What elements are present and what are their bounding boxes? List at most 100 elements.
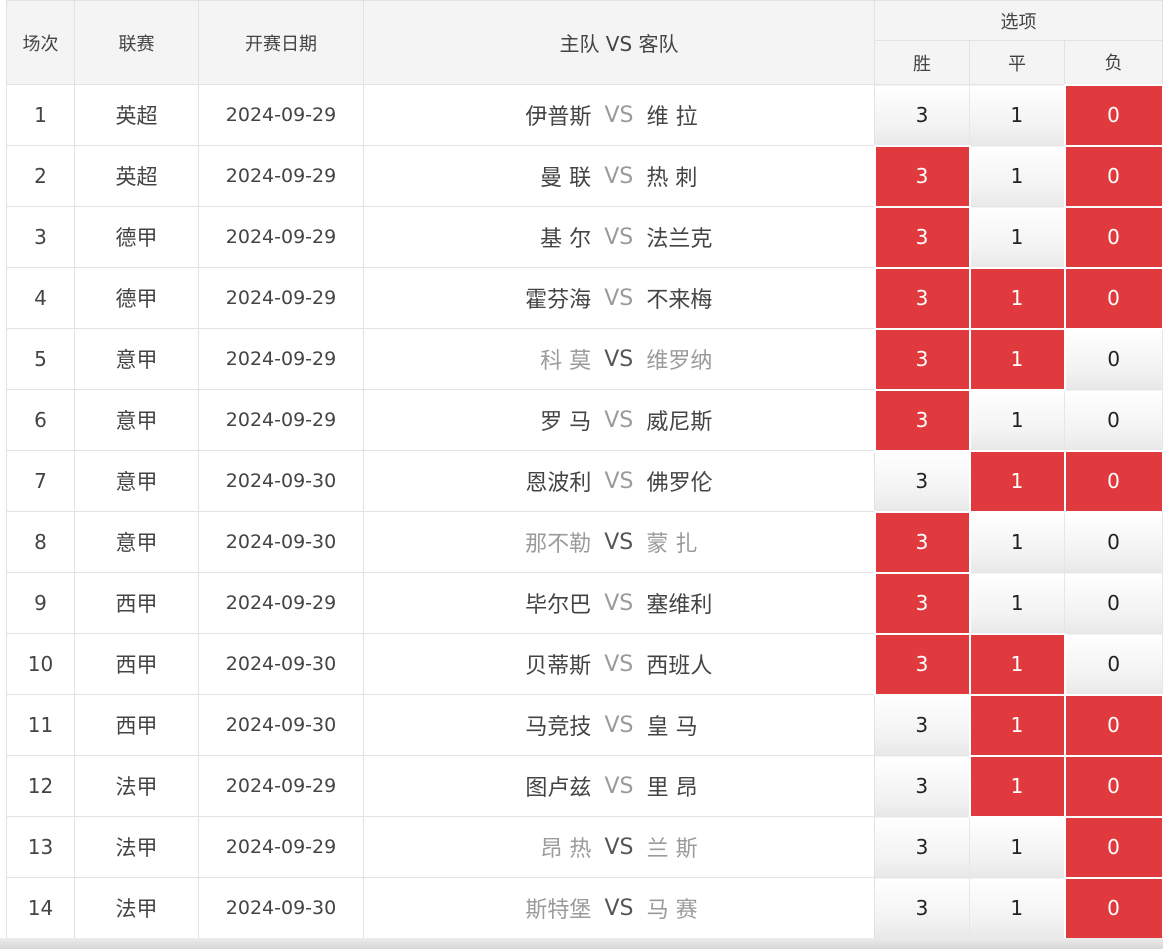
table-row: 3 德甲 2024-09-29 基 尔 VS 法兰克 3 1 0 [6, 205, 1163, 269]
table-row: 11 西甲 2024-09-30 马竞技 VS 皇 马 310 [6, 693, 1163, 757]
league-name: 西甲 [74, 572, 199, 634]
option-win-button[interactable]: 3 [874, 450, 970, 512]
option-win-button[interactable]: 3 [874, 877, 970, 939]
match-date: 2024-09-29 [198, 145, 364, 207]
match-date: 2024-09-29 [198, 572, 364, 634]
option-draw-button[interactable]: 1 [968, 327, 1066, 391]
option-win-button[interactable]: 3 [874, 755, 970, 817]
home-team: 科 莫 [540, 349, 592, 374]
option-draw-button[interactable]: 1 [968, 449, 1066, 513]
option-draw-button[interactable]: 1 [969, 389, 1065, 451]
option-win-button[interactable]: 3 [873, 327, 971, 391]
option-loss-button[interactable]: 0 [1063, 633, 1163, 695]
option-loss-button[interactable]: 0 [1063, 144, 1163, 208]
option-draw-button[interactable]: 1 [968, 632, 1066, 696]
match-teams: 科 莫 VS 维罗纳 [363, 328, 875, 390]
header-loss: 负 [1063, 40, 1163, 85]
away-team: 蒙 扎 [646, 532, 698, 557]
option-draw-button[interactable]: 1 [969, 145, 1065, 207]
option-draw-button[interactable]: 1 [968, 266, 1066, 330]
option-loss-button[interactable]: 0 [1063, 815, 1163, 879]
away-team: 西班人 [646, 654, 713, 679]
vs-label: VS [604, 163, 634, 189]
option-win-button[interactable]: 3 [873, 388, 971, 452]
home-team: 曼 联 [540, 166, 592, 191]
table-row: 8 意甲 2024-09-30 那不勒 VS 蒙 扎 310 [6, 510, 1163, 574]
home-team: 贝蒂斯 [525, 654, 592, 679]
option-draw-button[interactable]: 1 [968, 693, 1066, 757]
option-loss-button[interactable]: 0 [1063, 572, 1163, 634]
option-win-button[interactable]: 3 [873, 571, 971, 635]
header-win: 胜 [874, 40, 970, 85]
option-loss-button[interactable]: 0 [1063, 449, 1163, 513]
league-name: 德甲 [74, 267, 199, 329]
option-draw-button[interactable]: 1 [968, 754, 1066, 818]
round-number: 6 [6, 389, 75, 451]
league-name: 西甲 [74, 633, 199, 695]
match-date: 2024-09-29 [198, 755, 364, 817]
vs-label: VS [604, 773, 634, 799]
table-row: 4 德甲 2024-09-29 霍芬海 VS 不来梅 3 1 0 [6, 266, 1163, 330]
league-name: 法甲 [74, 816, 199, 878]
option-loss-button[interactable]: 0 [1063, 205, 1163, 269]
league-name: 德甲 [74, 206, 199, 268]
option-loss-button[interactable]: 0 [1063, 693, 1163, 757]
option-win-button[interactable]: 3 [873, 205, 971, 269]
match-date: 2024-09-29 [198, 267, 364, 329]
option-loss-button[interactable]: 0 [1063, 83, 1163, 147]
away-team: 威尼斯 [646, 410, 713, 435]
header-league: 联赛 [74, 0, 199, 85]
away-team: 里 昂 [646, 776, 698, 801]
option-draw-button[interactable]: 1 [969, 511, 1065, 573]
option-win-button[interactable]: 3 [873, 510, 971, 574]
vs-label: VS [604, 224, 634, 250]
away-team: 不来梅 [646, 288, 713, 313]
option-win-button[interactable]: 3 [873, 266, 971, 330]
round-number: 7 [6, 450, 75, 512]
option-draw-button[interactable]: 1 [969, 877, 1065, 939]
header-match: 主队 VS 客队 [363, 0, 875, 85]
option-loss-button[interactable]: 0 [1063, 754, 1163, 818]
option-win-button[interactable]: 3 [873, 144, 971, 208]
option-draw-button[interactable]: 1 [969, 816, 1065, 878]
option-win-button[interactable]: 3 [874, 694, 970, 756]
option-loss-button[interactable]: 0 [1063, 266, 1163, 330]
option-loss-button[interactable]: 0 [1063, 511, 1163, 573]
round-number: 8 [6, 511, 75, 573]
match-date: 2024-09-30 [198, 511, 364, 573]
table-row: 5 意甲 2024-09-29 科 莫 VS 维罗纳 3 1 0 [6, 327, 1163, 391]
league-name: 意甲 [74, 328, 199, 390]
table-body: 1 英超 2024-09-29 伊普斯 VS 维 拉 3 1 0 2 英超 2024-09-29 曼 联… [6, 83, 1163, 940]
option-loss-button[interactable]: 0 [1063, 389, 1163, 451]
match-teams: 马竞技 VS 皇 马 [363, 694, 875, 756]
round-number: 1 [6, 84, 75, 146]
round-number: 10 [6, 633, 75, 695]
match-selection-table-container: 场次 联赛 开赛日期 主队 VS 客队 选项 胜 平 负 1 英超 2024-09-… [6, 0, 1163, 940]
option-win-button[interactable]: 3 [873, 632, 971, 696]
match-teams: 毕尔巴 VS 塞维利 [363, 572, 875, 634]
match-teams: 曼 联 VS 热 刺 [363, 145, 875, 207]
option-loss-button[interactable]: 0 [1063, 876, 1163, 940]
round-number: 13 [6, 816, 75, 878]
home-team: 伊普斯 [525, 105, 592, 130]
home-team: 毕尔巴 [525, 593, 592, 618]
option-draw-button[interactable]: 1 [969, 572, 1065, 634]
header-round: 场次 [6, 0, 75, 85]
home-team: 图卢兹 [525, 776, 592, 801]
table-header: 场次 联赛 开赛日期 主队 VS 客队 选项 胜 平 负 [6, 0, 1163, 85]
round-number: 4 [6, 267, 75, 329]
option-win-button[interactable]: 3 [874, 84, 970, 146]
home-team: 霍芬海 [525, 288, 592, 313]
option-draw-button[interactable]: 1 [969, 84, 1065, 146]
round-number: 5 [6, 328, 75, 390]
match-selection-table: 场次 联赛 开赛日期 主队 VS 客队 选项 胜 平 负 1 英超 2024-09-… [6, 0, 1163, 940]
league-name: 法甲 [74, 755, 199, 817]
table-row: 1 英超 2024-09-29 伊普斯 VS 维 拉310 [6, 83, 1163, 147]
league-name: 法甲 [74, 877, 199, 939]
match-date: 2024-09-29 [198, 389, 364, 451]
table-row: 14 法甲 2024-09-30 斯特堡 VS 马 赛 310 [6, 876, 1163, 940]
option-win-button[interactable]: 3 [874, 816, 970, 878]
option-draw-button[interactable]: 1 [969, 206, 1065, 268]
option-loss-button[interactable]: 0 [1063, 328, 1163, 390]
league-name: 意甲 [74, 450, 199, 512]
